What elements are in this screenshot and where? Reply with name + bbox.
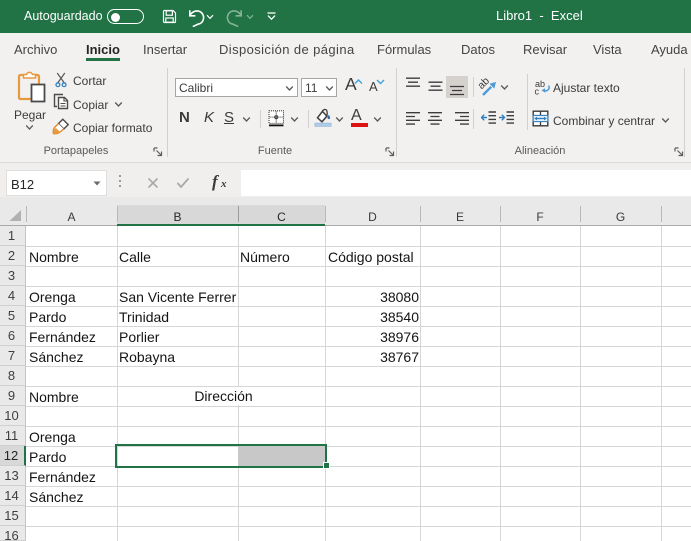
svg-text:c: c: [535, 87, 540, 96]
